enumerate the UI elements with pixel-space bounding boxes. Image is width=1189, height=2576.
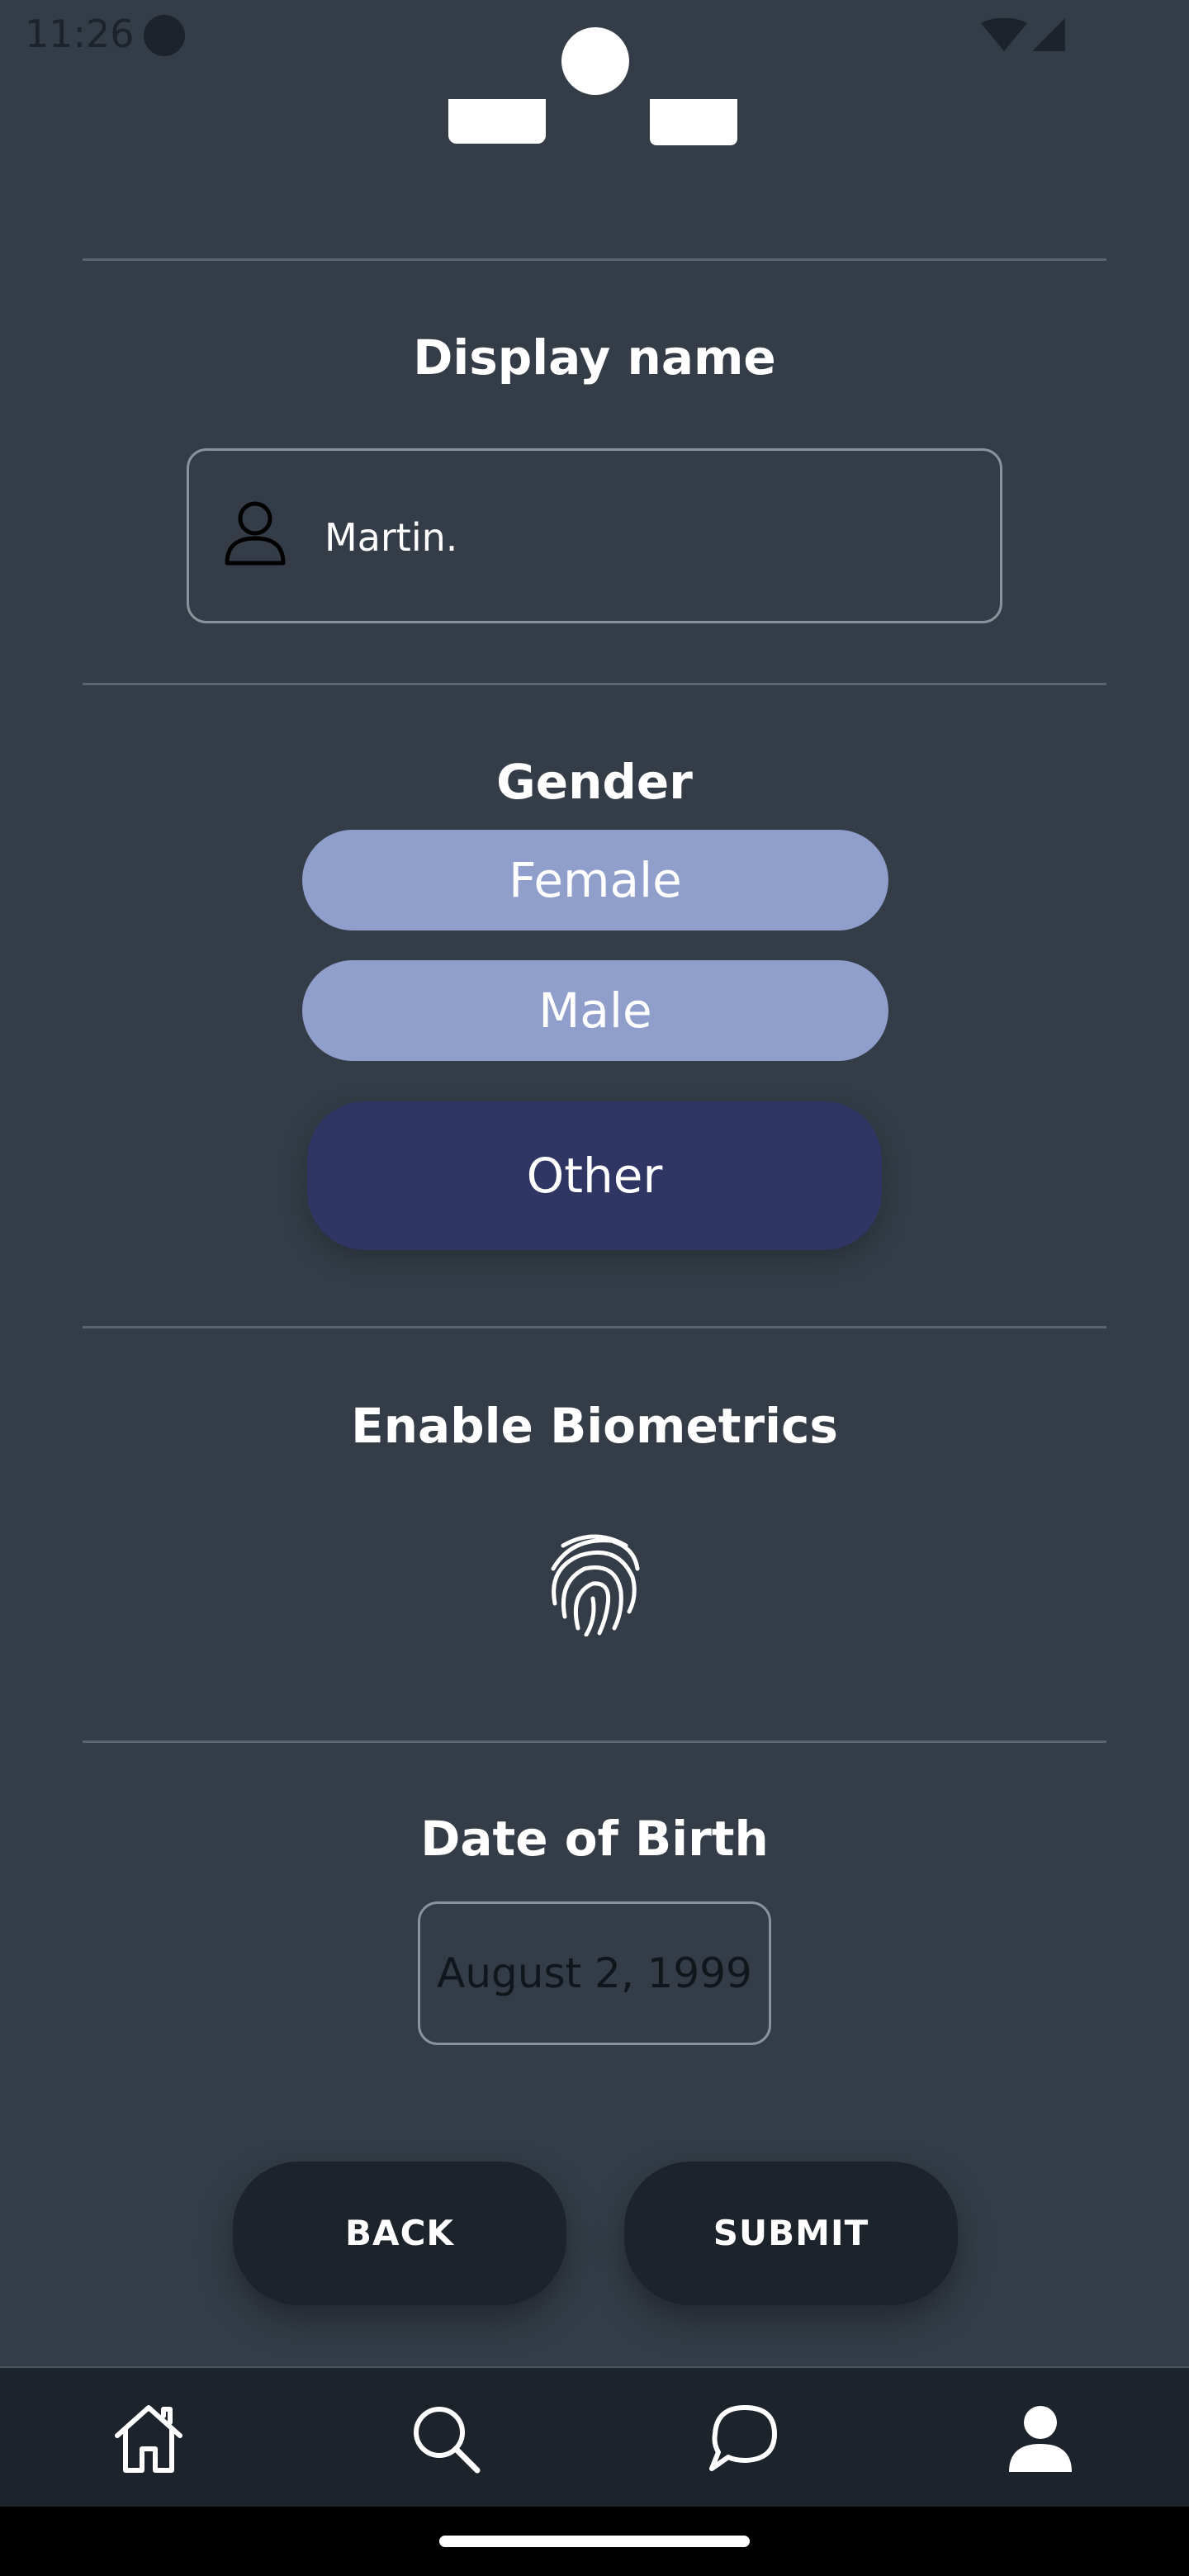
date-of-birth-title: Date of Birth	[420, 1811, 769, 1867]
divider	[83, 258, 1106, 261]
divider	[83, 683, 1106, 685]
search-icon[interactable]	[408, 2401, 484, 2477]
gender-option-male[interactable]: Male	[302, 960, 888, 1061]
fingerprint-icon[interactable]	[547, 1532, 642, 1636]
person-outline-icon	[225, 501, 286, 566]
gender-title: Gender	[496, 754, 693, 810]
wifi-icon	[981, 18, 1027, 51]
display-name-field[interactable]: Martin.	[187, 448, 1002, 623]
gender-option-female[interactable]: Female	[302, 830, 888, 930]
biometrics-title: Enable Biometrics	[351, 1398, 838, 1454]
divider	[83, 1326, 1106, 1328]
gender-option-other[interactable]: Other	[307, 1101, 882, 1250]
date-of-birth-field[interactable]: August 2, 1999	[418, 1901, 771, 2045]
display-name-title: Display name	[413, 329, 776, 386]
back-button[interactable]: BACK	[233, 2162, 566, 2305]
submit-button[interactable]: SUBMIT	[624, 2162, 958, 2305]
notification-dot-icon	[144, 15, 185, 56]
profile-icon[interactable]	[1002, 2401, 1078, 2477]
bottom-navigation	[0, 2366, 1189, 2508]
home-icon[interactable]	[111, 2401, 187, 2477]
gallery-option-icon[interactable]	[650, 99, 737, 145]
camera-cutout	[561, 27, 629, 95]
cellular-signal-icon	[1032, 18, 1065, 51]
display-name-input[interactable]: Martin.	[324, 515, 457, 560]
home-gesture-handle[interactable]	[439, 2536, 750, 2547]
chat-icon[interactable]	[705, 2401, 781, 2477]
status-time: 11:26	[25, 12, 135, 56]
camera-option-icon[interactable]	[448, 99, 546, 144]
divider	[83, 1740, 1106, 1743]
